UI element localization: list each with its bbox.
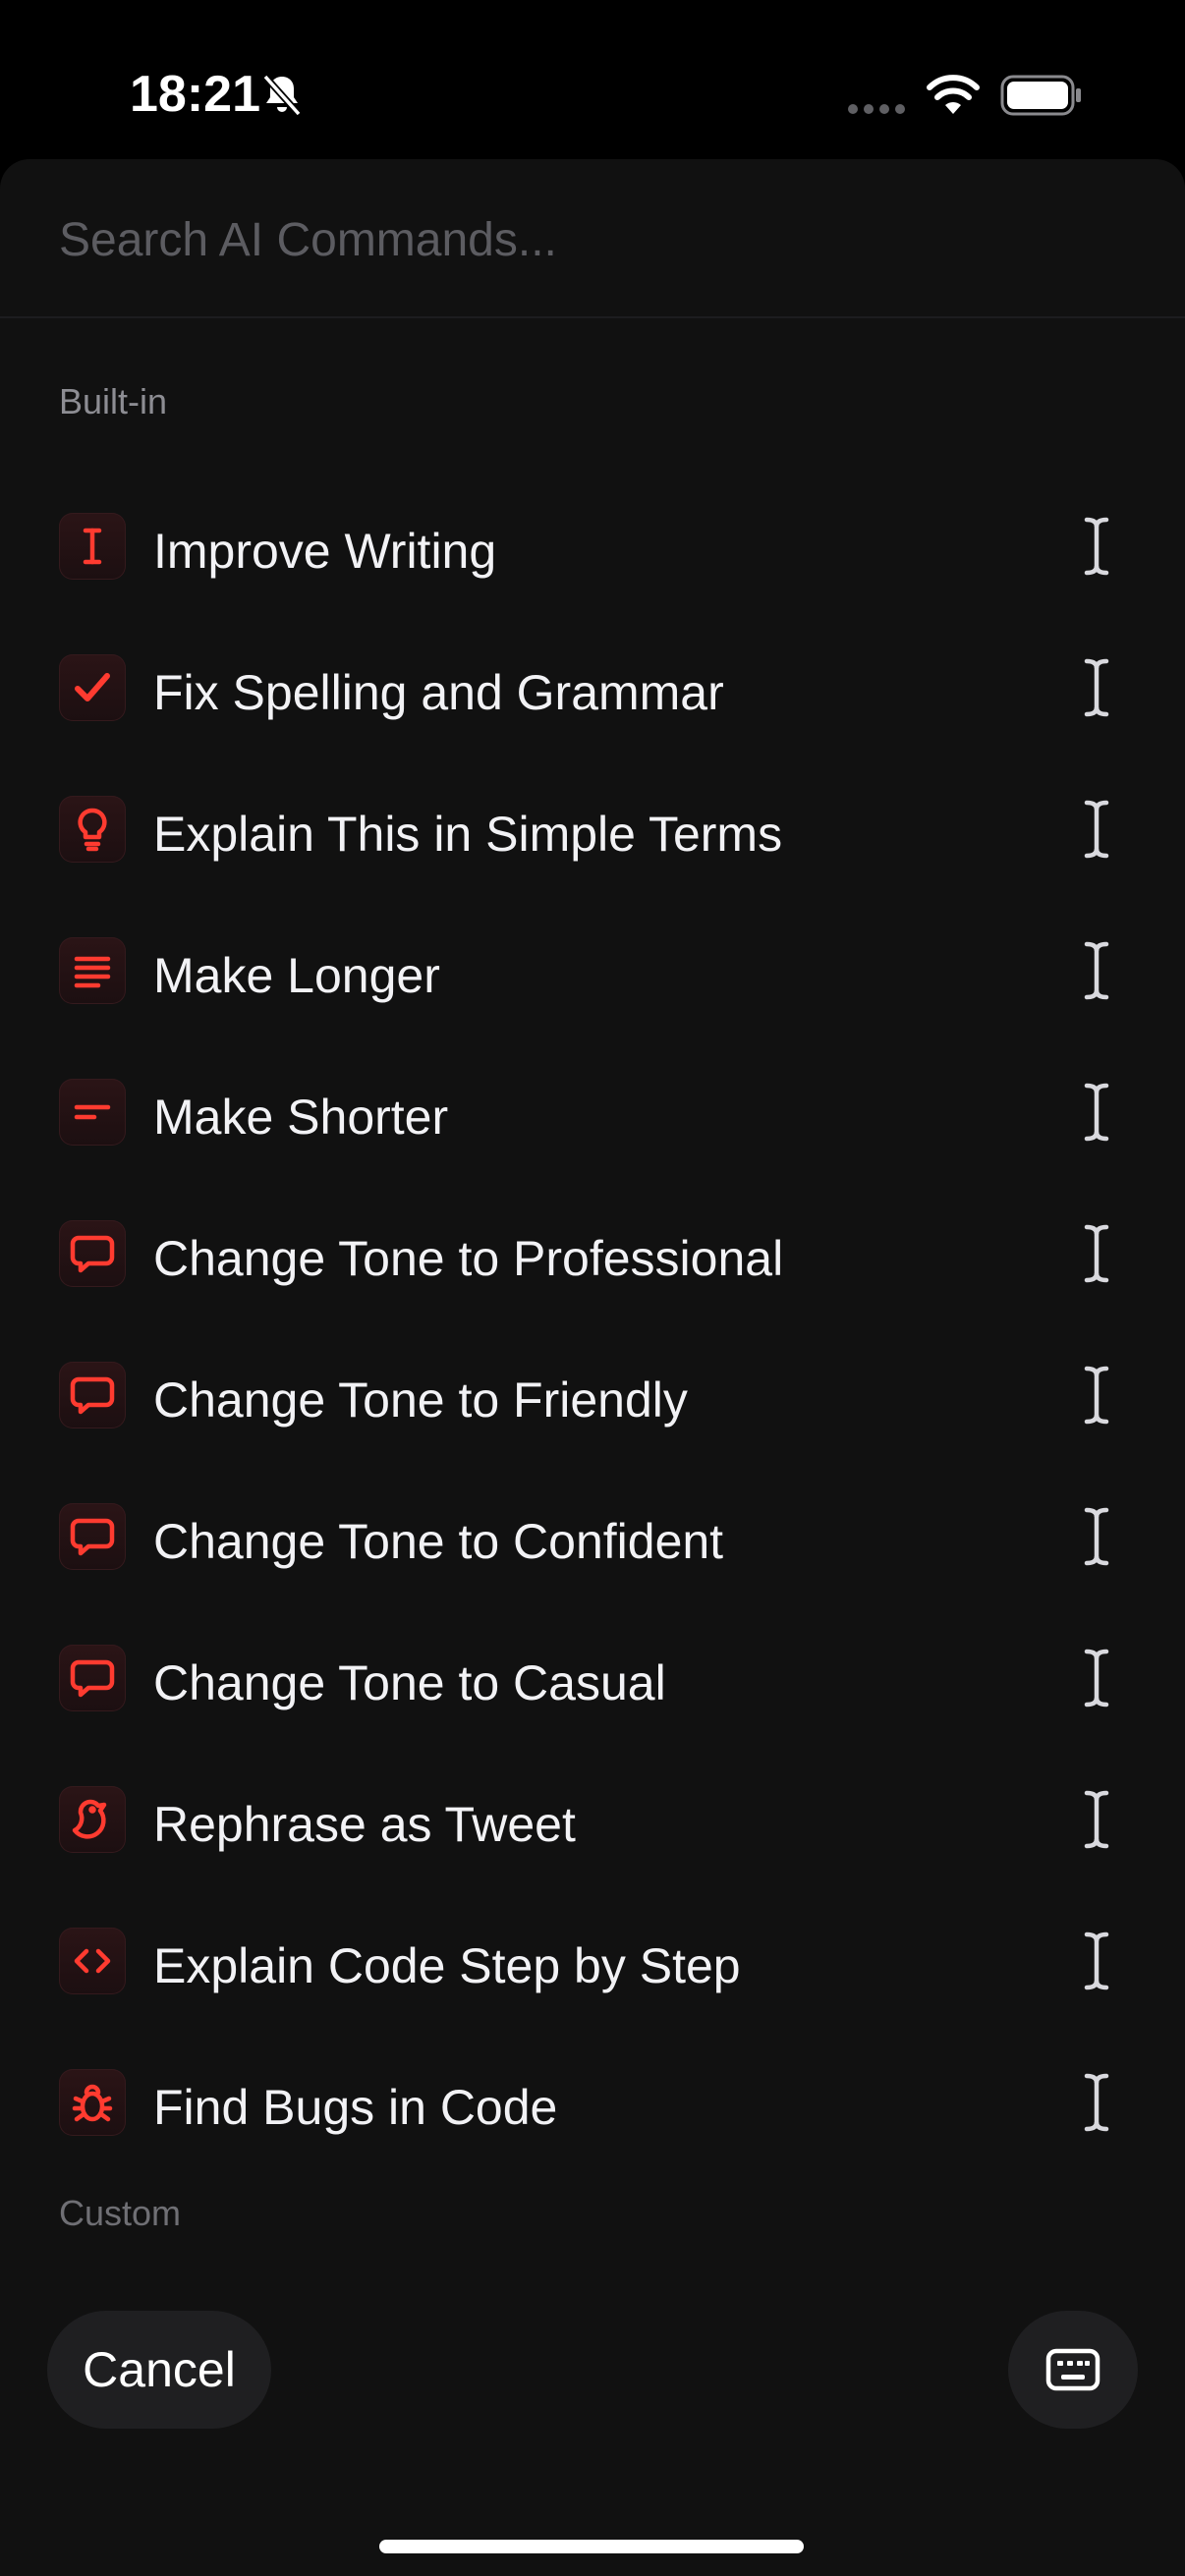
section-label-custom: Custom <box>59 2193 182 2233</box>
command-label: Rephrase as Tweet <box>153 1797 576 1852</box>
command-label: Make Longer <box>153 948 440 1003</box>
search-input[interactable] <box>59 202 1120 277</box>
command-sheet: Built-in Improve Writing <box>0 159 1185 2576</box>
bell-slash-icon <box>262 74 302 117</box>
text-cursor-icon <box>1084 1790 1109 1849</box>
screen: 18:21 Built-in <box>0 0 1185 2576</box>
command-row-explain-code[interactable]: Explain Code Step by Step <box>0 1890 1185 2032</box>
code-brackets-icon <box>59 1928 126 1994</box>
command-label: Make Shorter <box>153 1090 449 1145</box>
command-label: Change Tone to Friendly <box>153 1372 688 1428</box>
command-label: Find Bugs in Code <box>153 2080 558 2135</box>
bug-icon <box>59 2069 126 2136</box>
text-cursor-icon <box>1084 941 1109 1000</box>
command-label: Change Tone to Confident <box>153 1514 724 1569</box>
command-label: Fix Spelling and Grammar <box>153 665 724 720</box>
command-list: Improve Writing Fix Spelling and Grammar <box>0 476 1185 2173</box>
command-label: Improve Writing <box>153 524 497 579</box>
command-label: Change Tone to Professional <box>153 1231 784 1286</box>
wifi-icon <box>927 75 980 114</box>
keyboard-icon <box>1045 2348 1100 2391</box>
speech-bubble-icon <box>59 1503 126 1570</box>
command-row-tone-confident[interactable]: Change Tone to Confident <box>0 1466 1185 1607</box>
text-cursor-icon <box>1084 2073 1109 2132</box>
text-cursor-icon <box>1084 517 1109 576</box>
text-cursor-icon <box>1084 1932 1109 1990</box>
text-cursor-icon <box>59 513 126 580</box>
status-bar: 18:21 <box>0 0 1185 157</box>
command-row-improve-writing[interactable]: Improve Writing <box>0 476 1185 617</box>
speech-bubble-icon <box>59 1220 126 1287</box>
home-indicator <box>379 2540 804 2553</box>
text-cursor-icon <box>1084 1649 1109 1708</box>
text-cursor-icon <box>1084 1224 1109 1283</box>
command-row-tone-friendly[interactable]: Change Tone to Friendly <box>0 1324 1185 1466</box>
battery-icon <box>1000 75 1081 116</box>
search-bar <box>0 159 1185 318</box>
keyboard-button[interactable] <box>1008 2311 1138 2429</box>
command-row-explain-simple[interactable]: Explain This in Simple Terms <box>0 758 1185 900</box>
lightbulb-icon <box>59 796 126 863</box>
bird-icon <box>59 1786 126 1853</box>
text-cursor-icon <box>1084 1507 1109 1566</box>
command-row-tone-casual[interactable]: Change Tone to Casual <box>0 1607 1185 1749</box>
command-row-make-shorter[interactable]: Make Shorter <box>0 1041 1185 1183</box>
command-label: Explain Code Step by Step <box>153 1938 741 1993</box>
command-label: Change Tone to Casual <box>153 1655 666 1710</box>
text-cursor-icon <box>1084 1083 1109 1142</box>
lines-short-icon <box>59 1079 126 1146</box>
status-time: 18:21 <box>130 66 260 123</box>
command-row-rephrase-tweet[interactable]: Rephrase as Tweet <box>0 1749 1185 1890</box>
signal-icon <box>848 104 905 114</box>
lines-long-icon <box>59 937 126 1004</box>
command-row-find-bugs[interactable]: Find Bugs in Code <box>0 2032 1185 2173</box>
speech-bubble-icon <box>59 1645 126 1711</box>
command-row-make-longer[interactable]: Make Longer <box>0 900 1185 1041</box>
command-label: Explain This in Simple Terms <box>153 807 783 862</box>
command-row-tone-professional[interactable]: Change Tone to Professional <box>0 1183 1185 1324</box>
text-cursor-icon <box>1084 800 1109 859</box>
checkmark-icon <box>59 654 126 721</box>
cancel-button[interactable]: Cancel <box>47 2311 271 2429</box>
text-cursor-icon <box>1084 658 1109 717</box>
section-label-builtin: Built-in <box>59 381 168 421</box>
speech-bubble-icon <box>59 1362 126 1428</box>
command-row-fix-spelling[interactable]: Fix Spelling and Grammar <box>0 617 1185 758</box>
text-cursor-icon <box>1084 1366 1109 1425</box>
